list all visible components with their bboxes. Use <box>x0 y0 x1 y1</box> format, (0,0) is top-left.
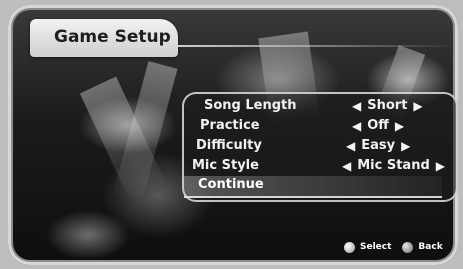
b-button-icon <box>402 241 414 253</box>
arrow-right-icon[interactable]: ▶ <box>413 99 422 113</box>
option-value: Easy <box>361 138 396 153</box>
continue-button[interactable]: Continue <box>184 176 442 198</box>
option-selector[interactable]: ◀ Easy ▶ <box>346 138 410 153</box>
arrow-left-icon[interactable]: ◀ <box>352 119 361 133</box>
back-hint: Back <box>418 242 443 252</box>
arrow-left-icon[interactable]: ◀ <box>346 139 355 153</box>
arrow-right-icon[interactable]: ▶ <box>401 139 410 153</box>
arrow-left-icon[interactable]: ◀ <box>352 99 361 113</box>
option-selector[interactable]: ◀ Off ▶ <box>352 118 404 133</box>
select-hint: Select <box>360 242 392 252</box>
setup-menu: Song Length ◀ Short ▶ Practice ◀ Off ▶ D… <box>182 92 458 202</box>
title-tab: Game Setup <box>30 19 178 57</box>
option-value: Off <box>367 118 389 133</box>
option-value: Short <box>367 98 408 113</box>
controller-hints: Select Back <box>344 236 458 258</box>
option-selector[interactable]: ◀ Mic Stand ▶ <box>342 158 445 173</box>
menu-row-practice[interactable]: Practice ◀ Off ▶ <box>182 116 458 136</box>
menu-row-difficulty[interactable]: Difficulty ◀ Easy ▶ <box>182 136 458 156</box>
option-label: Song Length <box>204 98 297 113</box>
option-label: Practice <box>200 118 260 133</box>
game-screen-frame: Game Setup Song Length ◀ Short ▶ Practic… <box>8 5 458 265</box>
page-title: Game Setup <box>54 27 171 47</box>
menu-row-song-length[interactable]: Song Length ◀ Short ▶ <box>182 96 458 116</box>
option-selector[interactable]: ◀ Short ▶ <box>352 98 423 113</box>
arrow-right-icon[interactable]: ▶ <box>395 119 404 133</box>
menu-row-mic-style[interactable]: Mic Style ◀ Mic Stand ▶ <box>182 156 458 176</box>
option-label: Mic Style <box>192 158 259 173</box>
continue-label: Continue <box>198 177 264 192</box>
option-value: Mic Stand <box>357 158 430 173</box>
option-label: Difficulty <box>196 138 262 153</box>
arrow-left-icon[interactable]: ◀ <box>342 159 351 173</box>
title-divider <box>178 45 458 47</box>
arrow-right-icon[interactable]: ▶ <box>436 159 445 173</box>
a-button-icon <box>344 241 355 253</box>
